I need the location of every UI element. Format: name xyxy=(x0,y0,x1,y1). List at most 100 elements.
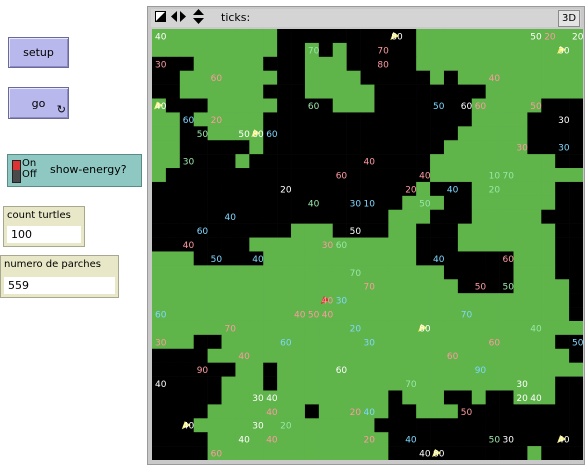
grass-patch xyxy=(165,140,181,155)
grass-patch xyxy=(291,348,306,363)
grass-patch xyxy=(499,362,514,377)
dirt-patch xyxy=(402,98,417,113)
grass-patch xyxy=(541,42,556,58)
dirt-patch xyxy=(402,418,417,433)
dirt-patch xyxy=(152,84,167,99)
dirt-patch xyxy=(277,140,292,155)
grass-patch xyxy=(263,293,278,308)
edit-view-icon[interactable] xyxy=(155,11,166,22)
grass-patch xyxy=(541,70,556,85)
grass-patch xyxy=(221,446,236,460)
grass-patch xyxy=(457,293,473,308)
grass-patch xyxy=(499,154,514,169)
turtle-energy-label: 30 xyxy=(558,116,570,126)
up-down-arrows-icon[interactable] xyxy=(193,9,204,24)
grass-patch xyxy=(193,265,208,280)
grass-patch xyxy=(499,84,514,99)
grass-patch xyxy=(430,334,445,350)
dirt-patch xyxy=(416,237,431,252)
grass-patch xyxy=(318,446,334,460)
dirt-patch xyxy=(152,362,167,377)
grass-patch xyxy=(360,446,375,460)
dirt-patch xyxy=(221,154,236,169)
grass-patch xyxy=(471,154,486,169)
dirt-patch xyxy=(513,446,528,460)
turtle-energy-label: 50 xyxy=(475,283,487,293)
grass-patch xyxy=(541,293,556,308)
grass-patch xyxy=(193,293,208,308)
dirt-patch xyxy=(277,168,292,183)
dirt-patch xyxy=(263,168,278,183)
dirt-patch xyxy=(374,84,389,99)
grass-patch xyxy=(277,237,292,252)
grass-patch xyxy=(457,126,473,141)
dirt-patch xyxy=(569,126,583,141)
setup-button[interactable]: setup xyxy=(8,37,69,68)
turtle-energy-label: 40 xyxy=(266,408,278,418)
grass-patch xyxy=(291,404,306,419)
grass-patch xyxy=(430,293,445,308)
grass-patch xyxy=(443,376,459,391)
dirt-patch xyxy=(402,168,417,183)
dirt-patch xyxy=(430,112,445,127)
grass-patch xyxy=(513,334,528,350)
dirt-patch xyxy=(193,376,208,391)
switch-lever-icon[interactable] xyxy=(12,160,21,183)
dirt-patch xyxy=(485,265,500,280)
dirt-patch xyxy=(235,251,250,266)
3d-button[interactable]: 3D xyxy=(558,10,580,27)
dirt-patch xyxy=(263,181,278,197)
grass-patch xyxy=(374,376,389,391)
grass-patch xyxy=(485,42,500,58)
dirt-patch xyxy=(569,404,583,419)
grass-patch xyxy=(277,251,292,266)
grass-patch xyxy=(527,168,542,183)
world-grid[interactable]: 40 80 50 20 203070 70803060 4040 60 50 60 60 5060 20… xyxy=(152,29,583,460)
dirt-patch xyxy=(346,56,361,72)
forever-arrows-icon: ↻ xyxy=(56,103,66,116)
grass-patch xyxy=(291,362,306,377)
grass-patch xyxy=(360,98,375,113)
grass-patch xyxy=(485,154,500,169)
grass-patch xyxy=(291,334,306,350)
dirt-patch xyxy=(179,181,195,197)
dirt-patch xyxy=(443,251,459,266)
dirt-patch xyxy=(402,112,417,127)
dirt-patch xyxy=(527,432,542,447)
dirt-patch xyxy=(416,126,431,141)
grass-patch xyxy=(499,307,514,322)
grass-patch xyxy=(527,84,542,99)
turtle-energy-label: 70 xyxy=(461,311,473,321)
view-toolbar xyxy=(151,9,581,27)
turtle-energy-label: 60 xyxy=(155,311,167,321)
grass-patch xyxy=(291,320,306,336)
grass-patch xyxy=(443,154,459,169)
go-button[interactable]: go ↻ xyxy=(8,87,69,119)
dirt-patch xyxy=(471,418,486,433)
grass-patch xyxy=(374,334,389,350)
resize-arrows-icon[interactable] xyxy=(171,11,186,22)
grass-patch xyxy=(318,404,334,419)
turtle-energy-label: 60 xyxy=(336,172,348,182)
dirt-patch xyxy=(555,334,570,350)
dirt-patch xyxy=(193,348,208,363)
show-energy-switch[interactable]: On Off show-energy? xyxy=(7,154,142,187)
dirt-patch xyxy=(291,181,306,197)
turtle-energy-label: 30 xyxy=(516,380,528,390)
grass-patch xyxy=(485,112,500,127)
dirt-patch xyxy=(277,154,292,169)
turtle-energy-label: 40 xyxy=(252,255,264,265)
turtle-energy-label: 40 xyxy=(238,436,250,446)
grass-patch xyxy=(374,404,389,419)
grass-patch xyxy=(430,195,445,211)
grass-patch xyxy=(513,168,528,183)
grass-patch xyxy=(430,362,445,377)
grass-patch xyxy=(318,348,334,363)
dirt-patch xyxy=(388,404,403,419)
grass-patch xyxy=(235,446,250,460)
grass-patch xyxy=(499,237,514,252)
grass-patch xyxy=(318,320,334,336)
dirt-patch xyxy=(193,404,208,419)
grass-patch xyxy=(332,42,347,58)
turtle-energy-label: 60 xyxy=(503,255,515,265)
